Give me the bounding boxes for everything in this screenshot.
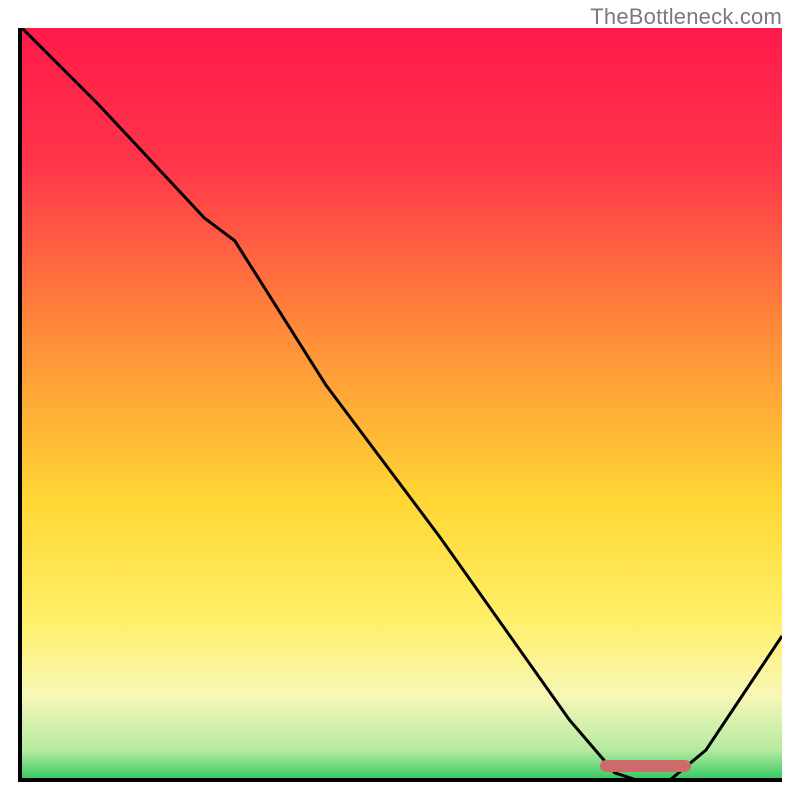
chart-curve: [22, 28, 782, 782]
chart-plot-area: [18, 28, 782, 782]
optimal-range-marker: [600, 760, 691, 772]
watermark-text: TheBottleneck.com: [590, 4, 782, 30]
